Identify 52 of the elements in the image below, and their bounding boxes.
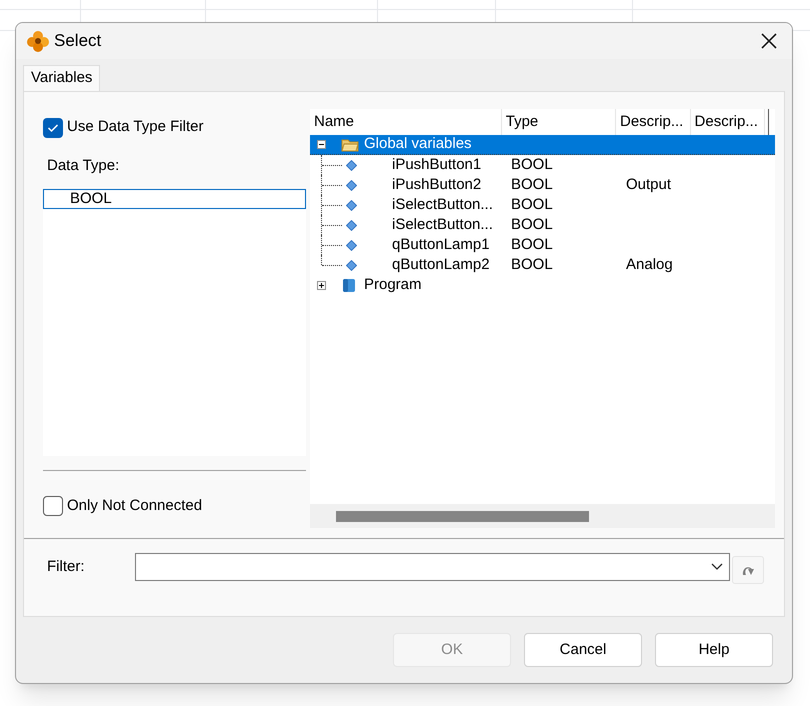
tree-row[interactable]: iPushButton2 BOOL Output <box>310 175 775 195</box>
tree-row[interactable]: iSelectButton... BOOL <box>310 215 775 235</box>
checkbox[interactable] <box>43 496 63 516</box>
tree-row[interactable]: qButtonLamp2 BOOL Analog <box>310 255 775 275</box>
window-title: Select <box>54 30 102 52</box>
tree-row[interactable]: qButtonLamp1 BOOL <box>310 235 775 255</box>
collapse-icon[interactable] <box>317 140 326 149</box>
tree-node-row[interactable]: Global variables <box>310 135 775 155</box>
apply-filter-button[interactable] <box>732 556 764 584</box>
filter-combobox[interactable] <box>135 553 730 581</box>
variable-description: Output <box>625 174 672 195</box>
checkmark-icon <box>47 122 59 132</box>
horizontal-scrollbar[interactable] <box>310 504 775 528</box>
variable-name: qButtonLamp1 <box>391 234 491 255</box>
diamond-icon <box>346 160 357 171</box>
diamond-icon <box>346 260 357 271</box>
variable-type: BOOL <box>510 194 554 215</box>
diamond-icon <box>346 180 357 191</box>
variable-name: iPushButton2 <box>391 174 482 195</box>
filter-label: Filter: <box>47 556 86 577</box>
expand-icon[interactable] <box>317 280 326 290</box>
tree-node-label: Global variables <box>363 134 472 154</box>
diamond-icon <box>346 220 357 231</box>
diamond-icon <box>346 200 357 211</box>
cube-icon <box>341 277 357 293</box>
variable-name: iSelectButton... <box>391 194 494 215</box>
dialog-button[interactable]: Help <box>655 633 773 667</box>
variable-name: iPushButton1 <box>391 154 482 175</box>
variable-name: qButtonLamp2 <box>391 254 491 275</box>
variable-type: BOOL <box>510 254 554 275</box>
diamond-icon <box>346 240 357 251</box>
close-icon[interactable] <box>760 32 778 50</box>
variable-name: iSelectButton... <box>391 214 494 235</box>
variable-type: BOOL <box>510 234 554 255</box>
checkbox-label: Only Not Connected <box>67 496 202 516</box>
data-type-label: Data Type: <box>47 156 120 176</box>
variable-description: Analog <box>625 254 674 275</box>
variable-type: BOOL <box>510 154 554 175</box>
checkbox-label: Use Data Type Filter <box>67 117 204 138</box>
checkbox[interactable] <box>43 118 63 138</box>
variable-type: BOOL <box>510 214 554 235</box>
app-icon <box>26 29 50 53</box>
tree-node-label: Program <box>363 274 422 295</box>
folder-icon <box>341 138 359 152</box>
chevron-down-icon <box>711 563 723 571</box>
data-type-item[interactable]: BOOL <box>43 189 306 209</box>
tree-node-row[interactable]: Program <box>310 275 775 295</box>
variable-type: BOOL <box>510 174 554 195</box>
tree-row[interactable]: iSelectButton... BOOL <box>310 195 775 215</box>
tab[interactable]: Variables <box>23 65 100 91</box>
tree-row[interactable]: iPushButton1 BOOL <box>310 155 775 175</box>
dialog-button[interactable]: Cancel <box>524 633 642 667</box>
